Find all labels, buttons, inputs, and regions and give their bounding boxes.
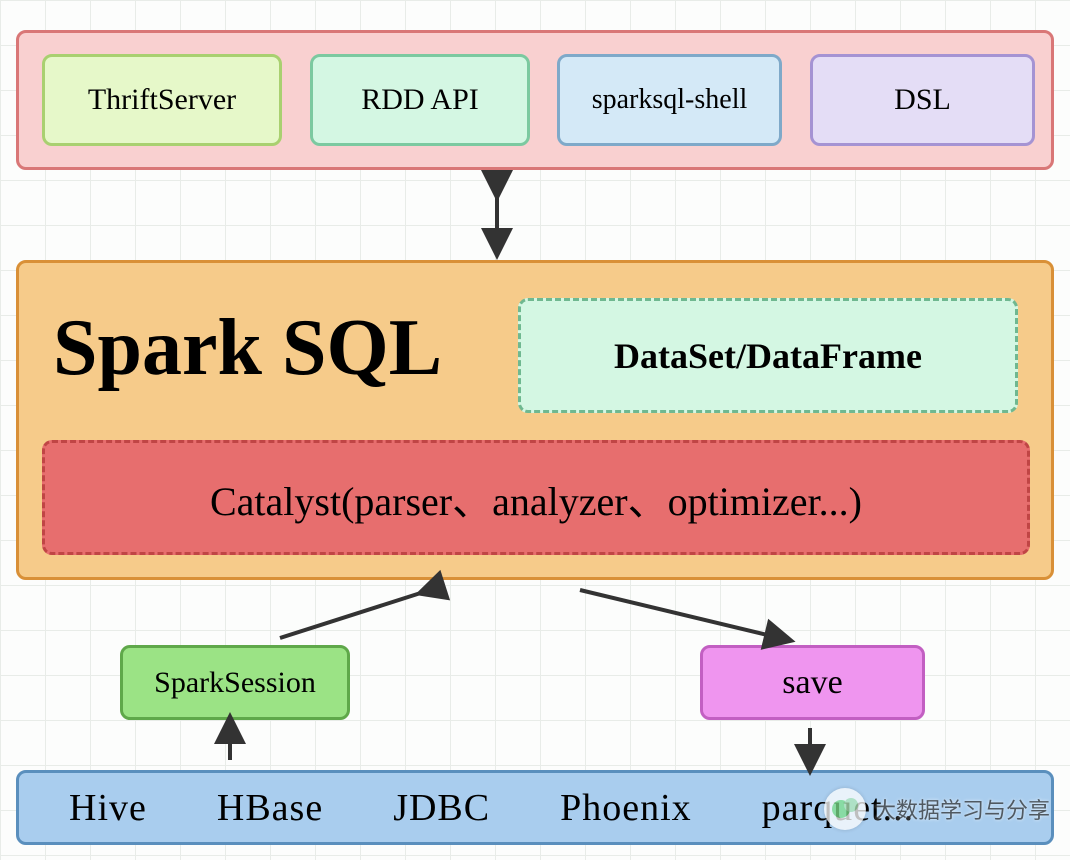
dsl-box: DSL	[810, 54, 1035, 146]
save-box: save	[700, 645, 925, 720]
watermark-text: 大数据学习与分享	[874, 793, 1050, 825]
storage-jdbc: JDBC	[393, 786, 490, 830]
watermark: 大数据学习与分享	[824, 788, 1050, 830]
spark-session-box: SparkSession	[120, 645, 350, 720]
storage-phoenix: Phoenix	[560, 786, 692, 830]
storage-hive: Hive	[69, 786, 147, 830]
spark-sql-title: Spark SQL	[53, 303, 442, 394]
storage-hbase: HBase	[217, 786, 323, 830]
dataset-dataframe-box: DataSet/DataFrame	[518, 298, 1018, 413]
rdd-api-box: RDD API	[310, 54, 530, 146]
thrift-server-box: ThriftServer	[42, 54, 282, 146]
wechat-icon	[824, 788, 866, 830]
sparksql-shell-box: sparksql-shell	[557, 54, 782, 146]
catalyst-box: Catalyst(parser、analyzer、optimizer...)	[42, 440, 1030, 555]
